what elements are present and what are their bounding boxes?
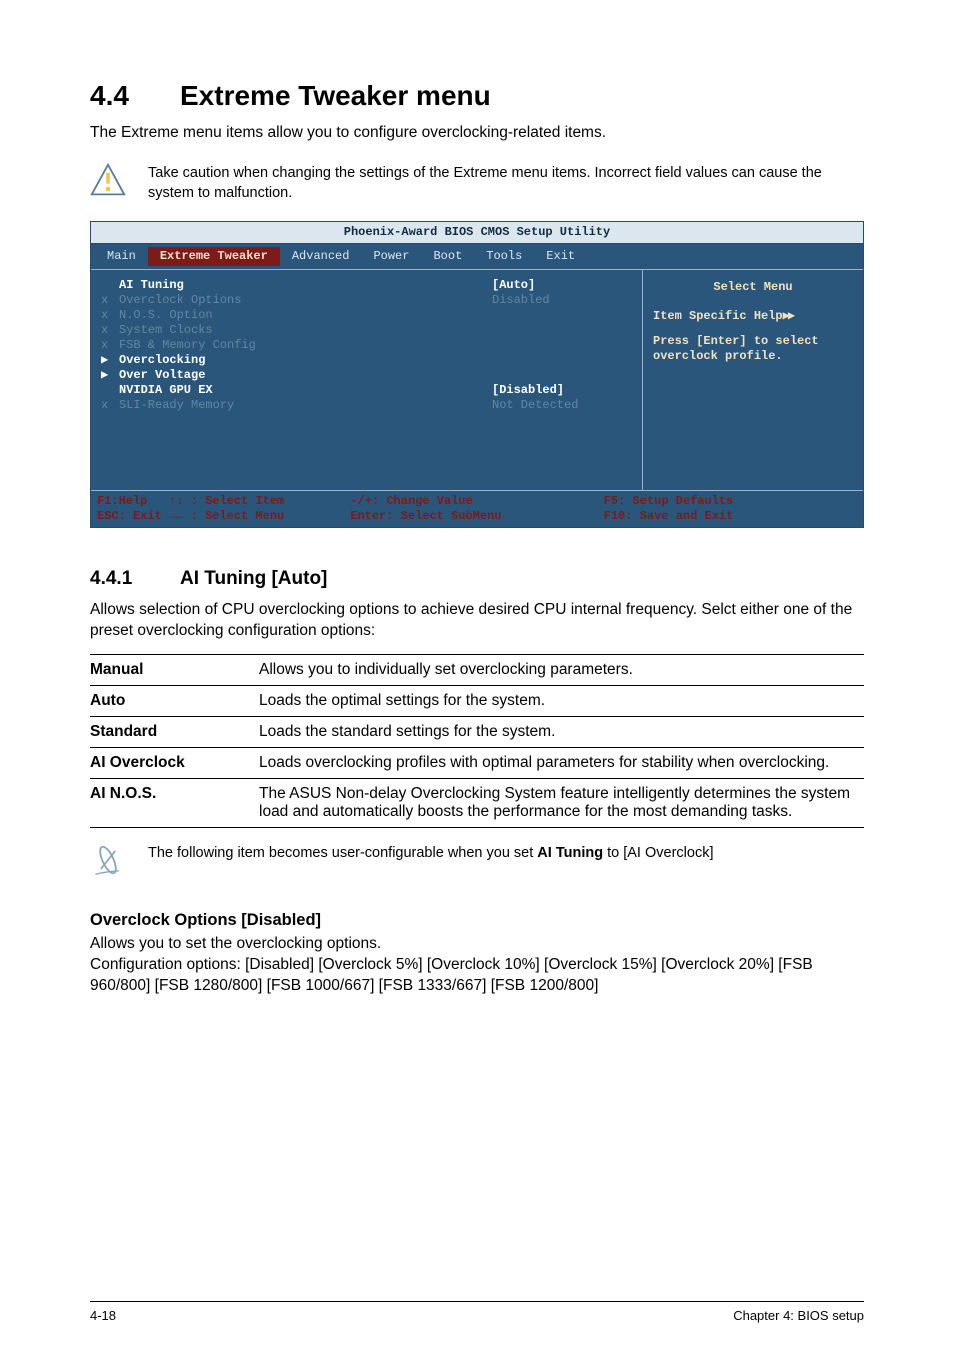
row-marker: x [101, 323, 119, 338]
bios-menu-boot[interactable]: Boot [421, 247, 474, 266]
bios-item-row[interactable]: ▶Overclocking [101, 353, 632, 368]
bios-menu-main[interactable]: Main [95, 247, 148, 266]
option-description: Loads the optimal settings for the syste… [259, 685, 864, 716]
row-label: System Clocks [119, 323, 492, 338]
row-marker: ▶ [101, 368, 119, 383]
row-value [492, 368, 632, 383]
row-marker: x [101, 398, 119, 413]
section-heading: 4.4Extreme Tweaker menu [90, 80, 864, 112]
note-callout: The following item becomes user-configur… [90, 842, 864, 883]
row-label: Overclocking [119, 353, 492, 368]
bios-screenshot: Phoenix-Award BIOS CMOS Setup Utility Ma… [90, 221, 864, 528]
subsection-number: 4.4.1 [90, 568, 180, 590]
subsection-intro: Allows selection of CPU overclocking opt… [90, 600, 864, 642]
subsection-title: AI Tuning [Auto] [180, 568, 327, 589]
chapter-label: Chapter 4: BIOS setup [733, 1308, 864, 1323]
bios-item-row[interactable]: ▶Over Voltage [101, 368, 632, 383]
row-label: Overclock Options [119, 293, 492, 308]
row-marker: x [101, 338, 119, 353]
note-icon [90, 842, 126, 883]
bios-key-updown: ↑↓ : Select Item [169, 494, 284, 508]
row-marker: x [101, 308, 119, 323]
row-marker: ▶ [101, 353, 119, 368]
row-value: [Auto] [492, 278, 632, 293]
bios-item-row[interactable]: xFSB & Memory Config [101, 338, 632, 353]
bios-item-row[interactable]: NVIDIA GPU EX[Disabled] [101, 383, 632, 398]
row-marker [101, 383, 119, 398]
row-value [492, 338, 632, 353]
bios-key-f1: F1:Help [97, 494, 147, 508]
bios-menu-power[interactable]: Power [361, 247, 421, 266]
bios-help-body-1: Press [Enter] to select [653, 334, 853, 349]
row-label: FSB & Memory Config [119, 338, 492, 353]
overclock-options-line2: Configuration options: [Disabled] [Overc… [90, 955, 864, 997]
table-row: StandardLoads the standard settings for … [90, 716, 864, 747]
overclock-options-heading: Overclock Options [Disabled] [90, 911, 864, 930]
bios-item-row[interactable]: AI Tuning[Auto] [101, 278, 632, 293]
bios-titlebar: Phoenix-Award BIOS CMOS Setup Utility [91, 222, 863, 244]
bios-footer: F1:Help ↑↓ : Select Item ESC: Exit →← : … [91, 491, 863, 527]
row-value [492, 323, 632, 338]
option-name: AI Overclock [90, 747, 259, 778]
bios-help-item: Item Specific Help▶▶ [653, 309, 853, 324]
bios-item-row[interactable]: xN.O.S. Option [101, 308, 632, 323]
option-name: Auto [90, 685, 259, 716]
option-name: Manual [90, 654, 259, 685]
bios-menu-tools[interactable]: Tools [474, 247, 534, 266]
bios-help-title: Select Menu [653, 280, 853, 295]
option-description: Allows you to individually set overclock… [259, 654, 864, 685]
intro-text: The Extreme menu items allow you to conf… [90, 124, 864, 142]
option-description: Loads the standard settings for the syst… [259, 716, 864, 747]
row-value [492, 353, 632, 368]
note-text: The following item becomes user-configur… [148, 842, 864, 864]
bios-help-panel: Select Menu Item Specific Help▶▶ Press [… [643, 270, 863, 490]
section-title: Extreme Tweaker menu [180, 80, 491, 111]
row-label: AI Tuning [119, 278, 492, 293]
table-row: AI N.O.S.The ASUS Non-delay Overclocking… [90, 778, 864, 827]
bios-key-leftright: →← : Select Menu [169, 509, 284, 523]
bios-key-f5: F5: Setup Defaults [604, 494, 857, 509]
row-value [492, 308, 632, 323]
row-label: SLI-Ready Memory [119, 398, 492, 413]
option-description: The ASUS Non-delay Overclocking System f… [259, 778, 864, 827]
page-footer: 4-18 Chapter 4: BIOS setup [90, 1301, 864, 1323]
row-label: NVIDIA GPU EX [119, 383, 492, 398]
row-marker [101, 278, 119, 293]
bios-menu-extreme-tweaker[interactable]: Extreme Tweaker [148, 247, 280, 266]
row-value: [Disabled] [492, 383, 632, 398]
page-number: 4-18 [90, 1308, 116, 1323]
bios-key-f10: F10: Save and Exit [604, 509, 857, 524]
warning-icon [90, 162, 126, 203]
bios-key-enter: Enter: Select SubMenu [350, 509, 603, 524]
row-value: Not Detected [492, 398, 632, 413]
subsection-heading: 4.4.1AI Tuning [Auto] [90, 568, 864, 590]
warning-text: Take caution when changing the settings … [148, 162, 864, 203]
bios-item-row[interactable]: xSystem Clocks [101, 323, 632, 338]
warning-callout: Take caution when changing the settings … [90, 162, 864, 203]
table-row: AI OverclockLoads overclocking profiles … [90, 747, 864, 778]
options-table: ManualAllows you to individually set ove… [90, 654, 864, 828]
row-label: Over Voltage [119, 368, 492, 383]
section-number: 4.4 [90, 80, 180, 112]
bios-item-row[interactable]: xSLI-Ready MemoryNot Detected [101, 398, 632, 413]
bios-key-change: -/+: Change Value [350, 494, 603, 509]
row-value: Disabled [492, 293, 632, 308]
overclock-options-line1: Allows you to set the overclocking optio… [90, 934, 864, 955]
bios-menubar: Main Extreme Tweaker Advanced Power Boot… [91, 244, 863, 270]
row-label: N.O.S. Option [119, 308, 492, 323]
table-row: ManualAllows you to individually set ove… [90, 654, 864, 685]
row-marker: x [101, 293, 119, 308]
bios-key-esc: ESC: Exit [97, 509, 162, 523]
bios-menu-exit[interactable]: Exit [534, 247, 587, 266]
option-description: Loads overclocking profiles with optimal… [259, 747, 864, 778]
bios-item-row[interactable]: xOverclock OptionsDisabled [101, 293, 632, 308]
bios-item-list: AI Tuning[Auto]xOverclock OptionsDisable… [91, 270, 643, 490]
option-name: AI N.O.S. [90, 778, 259, 827]
table-row: AutoLoads the optimal settings for the s… [90, 685, 864, 716]
bios-help-body-2: overclock profile. [653, 349, 853, 364]
option-name: Standard [90, 716, 259, 747]
bios-menu-advanced[interactable]: Advanced [280, 247, 362, 266]
